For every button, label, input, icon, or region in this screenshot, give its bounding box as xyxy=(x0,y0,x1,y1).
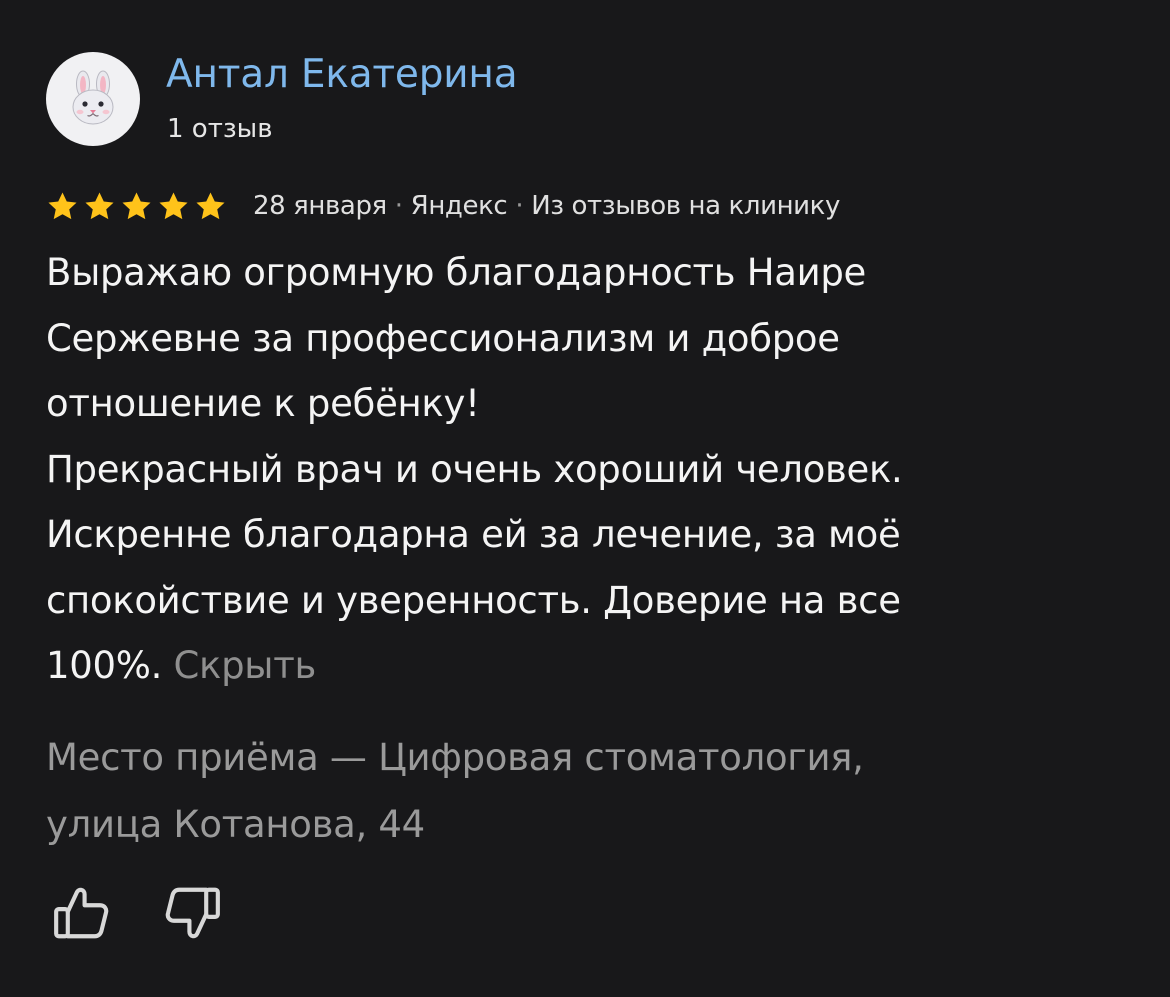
dislike-button[interactable] xyxy=(160,880,224,946)
review-text-last-line: 100%. Скрыть xyxy=(46,633,1136,699)
appointment-place: Место приёма — Цифровая стоматология, ул… xyxy=(46,724,1136,858)
author-reviews-count: 1 отзыв xyxy=(167,114,273,144)
review-text-line: 100%. xyxy=(46,644,163,687)
review-text-line: Выражаю огромную благодарность Наире xyxy=(46,251,867,294)
star-icon xyxy=(85,191,114,219)
star-icon xyxy=(159,191,188,219)
hide-review-link[interactable]: Скрыть xyxy=(174,644,317,687)
reactions-bar xyxy=(50,880,224,946)
review-date: 28 января xyxy=(253,191,387,221)
review-card: Антал Екатерина 1 отзыв 28 января · Янде… xyxy=(0,0,1170,997)
thumbs-up-icon xyxy=(54,887,109,939)
author-name-link[interactable]: Антал Екатерина xyxy=(166,52,518,98)
star-icon xyxy=(196,191,225,219)
meta-separator: · xyxy=(394,191,403,221)
rating-stars xyxy=(46,190,227,223)
review-meta-row: 28 января · Яндекс · Из отзывов на клини… xyxy=(46,186,840,226)
review-text-line: Сержевне за профессионализм и доброе xyxy=(46,316,840,360)
place-line: Место приёма — Цифровая стоматология, xyxy=(46,736,864,779)
review-text-line: Искренне благодарна ей за лечение, за мо… xyxy=(46,513,901,556)
review-source: Яндекс xyxy=(410,191,508,221)
like-button[interactable] xyxy=(50,880,114,946)
meta-separator: · xyxy=(515,191,524,221)
thumbs-down-icon xyxy=(165,887,220,939)
star-icon xyxy=(122,191,151,219)
review-text-line: Прекрасный врач и очень хороший человек. xyxy=(46,447,903,491)
review-origin: Из отзывов на клинику xyxy=(531,191,840,221)
rabbit-face-icon xyxy=(72,70,114,125)
star-icon xyxy=(48,191,77,219)
author-avatar[interactable] xyxy=(46,52,140,146)
review-text: Выражаю огромную благодарность Наире Сер… xyxy=(46,240,1136,699)
place-line: улица Котанова, 44 xyxy=(46,803,425,846)
review-text-line: отношение к ребёнку! xyxy=(46,382,480,425)
review-text-line: спокойствие и уверенность. Доверие на вс… xyxy=(46,578,901,622)
